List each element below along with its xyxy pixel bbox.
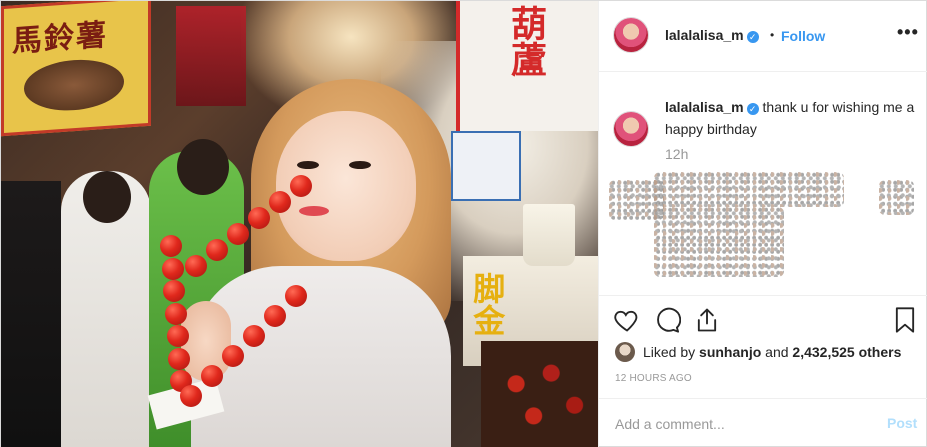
liker-avatar[interactable] xyxy=(615,342,635,362)
likes-prefix: Liked by xyxy=(643,344,696,360)
candied-fruit xyxy=(161,257,184,280)
action-bar xyxy=(599,295,927,343)
comment-bar: Post xyxy=(599,398,927,447)
candied-fruit xyxy=(243,325,265,347)
follow-button[interactable]: Follow xyxy=(781,28,825,44)
blurred-comment xyxy=(879,180,914,215)
blurred-comment xyxy=(654,207,784,277)
woman-eye xyxy=(349,161,371,169)
post-photo[interactable]: 馬鈴薯 葫蘆 脚金 xyxy=(1,1,598,447)
separator-dot: • xyxy=(770,28,775,42)
post-timestamp[interactable]: 12 HOURS AGO xyxy=(615,373,692,384)
candied-fruit xyxy=(290,175,312,197)
menu-sign xyxy=(451,131,521,201)
woman-lips xyxy=(299,206,329,216)
shop-sign-left-text: 馬鈴薯 xyxy=(12,17,108,60)
shop-sign-right-text: 葫蘆 xyxy=(505,5,547,77)
woman-eye xyxy=(297,161,319,169)
candied-fruit xyxy=(248,207,270,229)
candied-fruit xyxy=(180,385,202,407)
candied-fruit xyxy=(166,325,189,347)
likes-joiner: and xyxy=(765,344,789,360)
neon-sign xyxy=(176,6,246,106)
shop-sign-left: 馬鈴薯 xyxy=(1,1,151,137)
heart-icon[interactable] xyxy=(613,306,641,334)
post-side-panel: lalalalisa_m ✓ • Follow ••• lalalalisa_m ✓… xyxy=(598,1,927,447)
candied-fruit xyxy=(227,223,249,245)
stall-counter-text: 脚金 xyxy=(468,272,507,336)
more-options-icon[interactable]: ••• xyxy=(897,23,918,43)
caption-username[interactable]: lalalalisa_m xyxy=(665,99,744,115)
candied-fruit xyxy=(185,255,207,277)
likes-text[interactable]: Liked by sunhanjo and 2,432,525 others xyxy=(643,344,901,360)
candied-fruit xyxy=(168,347,191,370)
username-text: lalalalisa_m xyxy=(665,27,744,43)
caption-avatar[interactable] xyxy=(614,112,648,146)
candied-fruit xyxy=(160,235,182,257)
caption-text: lalalalisa_m ✓ thank u for wishing me a h… xyxy=(665,96,915,140)
verified-badge-icon: ✓ xyxy=(746,103,759,115)
shop-sign-right: 葫蘆 xyxy=(456,1,598,131)
drink-cup xyxy=(523,204,575,266)
candied-fruit xyxy=(269,191,291,213)
candy-tray xyxy=(481,341,598,447)
blurred-comment xyxy=(654,172,844,207)
candied-fruit xyxy=(165,302,187,325)
candied-fruit xyxy=(264,305,286,327)
caption-area: lalalalisa_m ✓ thank u for wishing me a h… xyxy=(599,72,927,294)
comment-icon[interactable] xyxy=(653,306,681,334)
person-silhouette xyxy=(1,181,61,447)
person-head xyxy=(177,139,229,195)
candied-fruit xyxy=(201,365,223,387)
likes-count[interactable]: 2,432,525 others xyxy=(792,344,901,360)
bookmark-icon[interactable] xyxy=(891,306,919,334)
candied-fruit xyxy=(206,239,228,261)
verified-badge-icon: ✓ xyxy=(746,31,759,43)
person-head xyxy=(83,171,131,223)
instagram-post: 馬鈴薯 葫蘆 脚金 lalalalisa_m ✓ • Follow ••• la… xyxy=(0,0,927,447)
candied-fruit xyxy=(285,285,307,307)
post-header: lalalalisa_m ✓ • Follow ••• xyxy=(599,1,927,72)
share-icon[interactable] xyxy=(693,306,721,334)
candied-fruit xyxy=(222,345,244,367)
comment-input[interactable] xyxy=(615,413,875,435)
profile-avatar[interactable] xyxy=(614,18,648,52)
caption-time: 12h xyxy=(665,146,689,162)
post-comment-button[interactable]: Post xyxy=(887,415,917,431)
liker-username[interactable]: sunhanjo xyxy=(699,344,761,360)
food-dish xyxy=(24,56,124,114)
username-link[interactable]: lalalalisa_m ✓ xyxy=(665,27,759,43)
